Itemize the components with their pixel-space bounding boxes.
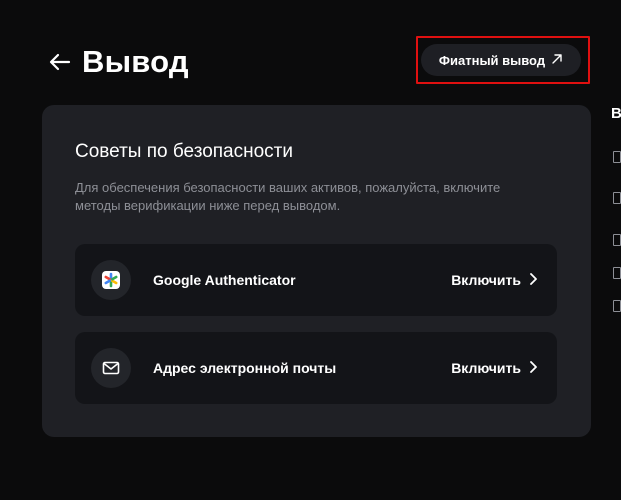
fiat-withdraw-label: Фиатный вывод [438, 52, 546, 68]
arrow-left-icon[interactable] [48, 50, 72, 74]
withdraw-page: Вывод Фиатный вывод Советы по безопаснос… [0, 0, 621, 500]
checkbox-icon[interactable] [613, 267, 621, 279]
checkbox-icon[interactable] [613, 234, 621, 246]
arrow-up-right-icon [551, 53, 563, 68]
chevron-right-icon [529, 360, 537, 376]
page-title: Вывод [82, 44, 189, 79]
page-header: Вывод [48, 40, 189, 84]
right-panel-cutoff: В [611, 105, 621, 325]
checkbox-icon[interactable] [613, 300, 621, 312]
right-panel-heading: В [611, 105, 621, 122]
google-authenticator-icon [91, 260, 131, 300]
security-tips-title: Советы по безопасности [75, 141, 293, 162]
enable-email-button[interactable]: Включить [451, 360, 537, 376]
method-label: Адрес электронной почты [153, 360, 337, 376]
enable-label: Включить [451, 360, 521, 376]
chevron-right-icon [529, 272, 537, 288]
method-row-email[interactable]: Адрес электронной почты Включить [75, 332, 557, 404]
checkbox-icon[interactable] [613, 151, 621, 163]
checkbox-icon[interactable] [613, 192, 621, 204]
mail-icon [91, 348, 131, 388]
security-tips-card: Советы по безопасности Для обеспечения б… [42, 105, 591, 437]
security-tips-description: Для обеспечения безопасности ваших актив… [75, 180, 501, 213]
enable-google-authenticator-button[interactable]: Включить [451, 272, 537, 288]
fiat-withdraw-button[interactable]: Фиатный вывод [421, 44, 581, 76]
method-row-google-authenticator[interactable]: Google Authenticator Включить [75, 244, 557, 316]
enable-label: Включить [451, 272, 521, 288]
method-label: Google Authenticator [153, 272, 296, 288]
